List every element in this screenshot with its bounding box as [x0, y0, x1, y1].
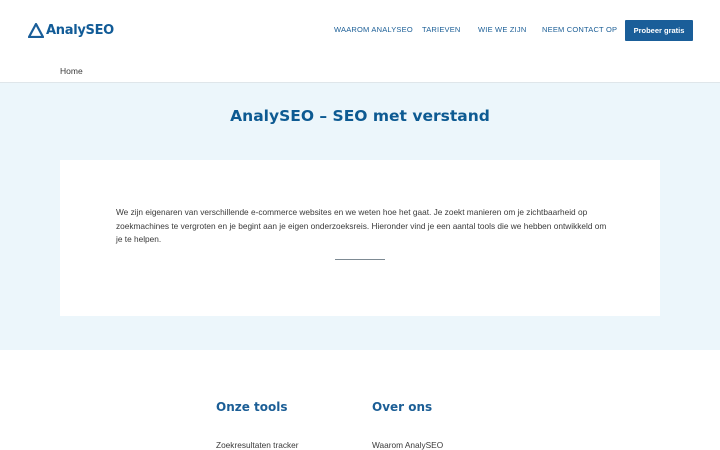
- logo-text: AnalySEO: [46, 22, 114, 38]
- page-title: AnalySEO – SEO met verstand: [230, 107, 490, 125]
- footer-link-waarom-analyseo[interactable]: Waarom AnalySEO: [372, 440, 443, 450]
- nav-tarieven[interactable]: TARIEVEN: [422, 25, 461, 34]
- nav-neem-contact-op[interactable]: NEEM CONTACT OP: [542, 25, 617, 34]
- footer-link-zoekresultaten-tracker[interactable]: Zoekresultaten tracker: [216, 440, 299, 450]
- divider: [335, 259, 385, 260]
- hero-section: AnalySEO – SEO met verstand We zijn eige…: [0, 83, 720, 350]
- triangle-logo-icon: [28, 22, 44, 38]
- breadcrumb: Home: [0, 60, 720, 83]
- probeer-gratis-button[interactable]: Probeer gratis: [625, 20, 693, 41]
- nav-waarom-analyseo[interactable]: WAAROM ANALYSEO: [334, 25, 413, 34]
- logo-link[interactable]: AnalySEO: [28, 21, 114, 39]
- nav-wie-we-zijn[interactable]: WIE WE ZIJN: [478, 25, 526, 34]
- intro-text: We zijn eigenaren van verschillende e-co…: [116, 207, 607, 245]
- site-header: AnalySEO WAAROM ANALYSEO TARIEVEN WIE WE…: [0, 0, 720, 60]
- footer-heading-onze-tools: Onze tools: [216, 400, 288, 414]
- breadcrumb-home[interactable]: Home: [60, 66, 83, 76]
- site-footer: Onze tools Zoekresultaten tracker Over o…: [0, 350, 720, 450]
- intro-card: We zijn eigenaren van verschillende e-co…: [60, 160, 660, 316]
- footer-heading-over-ons: Over ons: [372, 400, 433, 414]
